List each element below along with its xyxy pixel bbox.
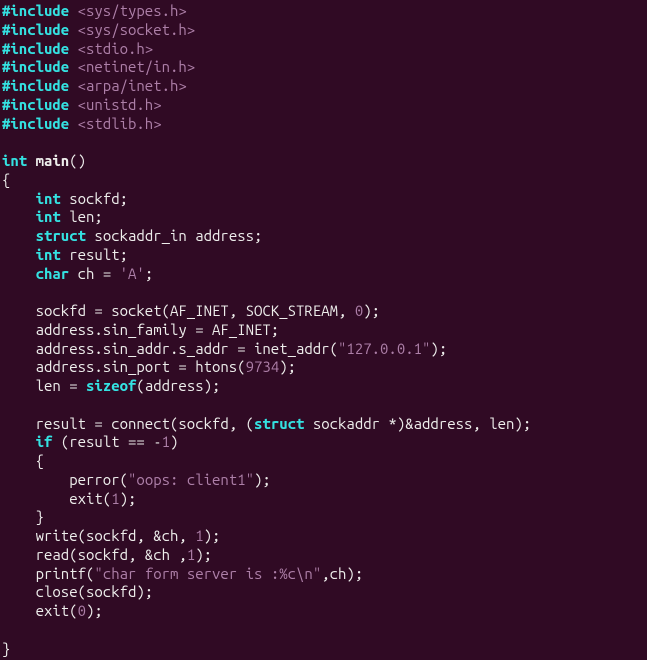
call-connect: result = connect(sockfd, (	[36, 415, 254, 432]
indent	[2, 527, 36, 544]
kw-struct: struct	[36, 227, 86, 244]
preproc-include: #include	[2, 21, 78, 38]
preproc-include: #include	[2, 96, 78, 113]
decl-result: result;	[61, 246, 128, 263]
kw-sizeof: sizeof	[86, 377, 136, 394]
brace-close: }	[36, 508, 44, 525]
decl-address: sockaddr_in address;	[86, 227, 262, 244]
string-ip: "127.0.0.1"	[338, 340, 430, 357]
decl-len: len;	[61, 208, 103, 225]
number-1: 1	[162, 433, 170, 450]
header-stdio: <stdio.h>	[78, 40, 154, 57]
header-netinet-in: <netinet/in.h>	[78, 58, 196, 75]
char-literal-A: 'A'	[120, 265, 145, 282]
sizeof-arg: (address);	[136, 377, 220, 394]
header-arpa-inet: <arpa/inet.h>	[78, 77, 187, 94]
printf-rest: ,ch);	[321, 565, 363, 582]
close-paren: );	[204, 527, 221, 544]
decl-sockfd: sockfd;	[61, 190, 128, 207]
number-port: 9734	[246, 358, 280, 375]
header-stdlib: <stdlib.h>	[78, 115, 162, 132]
indent	[2, 471, 69, 488]
type-char: char	[36, 265, 70, 282]
indent	[2, 358, 36, 375]
brace-close: }	[2, 640, 10, 657]
header-sys-types: <sys/types.h>	[78, 2, 187, 19]
close-paren: );	[120, 490, 137, 507]
call-write: write(sockfd, &ch,	[36, 527, 196, 544]
preproc-include: #include	[2, 40, 78, 57]
indent	[2, 602, 36, 619]
close-paren: );	[86, 602, 103, 619]
close-paren: );	[254, 471, 271, 488]
header-unistd: <unistd.h>	[78, 96, 162, 113]
if-cond: (result == -	[52, 433, 161, 450]
indent	[2, 452, 36, 469]
call-inet-addr: address.sin_addr.s_addr = inet_addr(	[36, 340, 338, 357]
number-1: 1	[111, 490, 119, 507]
call-exit: exit(	[69, 490, 111, 507]
indent	[2, 246, 36, 263]
call-perror: perror(	[69, 471, 128, 488]
indent	[2, 508, 36, 525]
code-editor[interactable]: #include <sys/types.h> #include <sys/soc…	[0, 0, 647, 660]
string-oops: "oops: client1"	[128, 471, 254, 488]
brace-open: {	[2, 171, 10, 188]
number-0: 0	[355, 302, 363, 319]
indent	[2, 490, 69, 507]
kw-struct: struct	[254, 415, 304, 432]
type-int: int	[2, 152, 27, 169]
close-paren: );	[363, 302, 380, 319]
string-fmt: "char form server is :%c\n"	[94, 565, 321, 582]
kw-if: if	[36, 433, 53, 450]
indent	[2, 433, 36, 450]
preproc-include: #include	[2, 115, 78, 132]
type-int: int	[36, 246, 61, 263]
call-printf: printf(	[36, 565, 95, 582]
header-sys-socket: <sys/socket.h>	[78, 21, 196, 38]
indent	[2, 583, 36, 600]
preproc-include: #include	[2, 2, 78, 19]
indent	[2, 340, 36, 357]
indent	[2, 546, 36, 563]
call-socket: sockfd = socket(AF_INET, SOCK_STREAM,	[36, 302, 355, 319]
close-paren: )	[170, 433, 178, 450]
preproc-include: #include	[2, 77, 78, 94]
indent	[2, 265, 36, 282]
type-int: int	[36, 190, 61, 207]
type-int: int	[36, 208, 61, 225]
close-paren: );	[195, 546, 212, 563]
call-exit: exit(	[36, 602, 78, 619]
number-1: 1	[187, 546, 195, 563]
call-read: read(sockfd, &ch ,	[36, 546, 187, 563]
assign-len: len =	[36, 377, 86, 394]
indent	[2, 565, 36, 582]
indent	[2, 190, 36, 207]
indent	[2, 377, 36, 394]
call-htons: address.sin_port = htons(	[36, 358, 246, 375]
indent	[2, 227, 36, 244]
semi: ;	[145, 265, 153, 282]
indent	[2, 415, 36, 432]
close-paren: );	[279, 358, 296, 375]
indent	[2, 321, 36, 338]
indent	[2, 302, 36, 319]
connect-rest: sockaddr *)&address, len);	[304, 415, 531, 432]
preproc-include: #include	[2, 58, 78, 75]
call-close: close(sockfd);	[36, 583, 154, 600]
decl-ch: ch =	[69, 265, 119, 282]
brace-open: {	[36, 452, 44, 469]
number-1: 1	[195, 527, 203, 544]
indent	[2, 208, 36, 225]
parens: ()	[69, 152, 86, 169]
close-paren: );	[430, 340, 447, 357]
assign-sin-family: address.sin_family = AF_INET;	[36, 321, 280, 338]
func-main: main	[27, 152, 69, 169]
number-0: 0	[78, 602, 86, 619]
